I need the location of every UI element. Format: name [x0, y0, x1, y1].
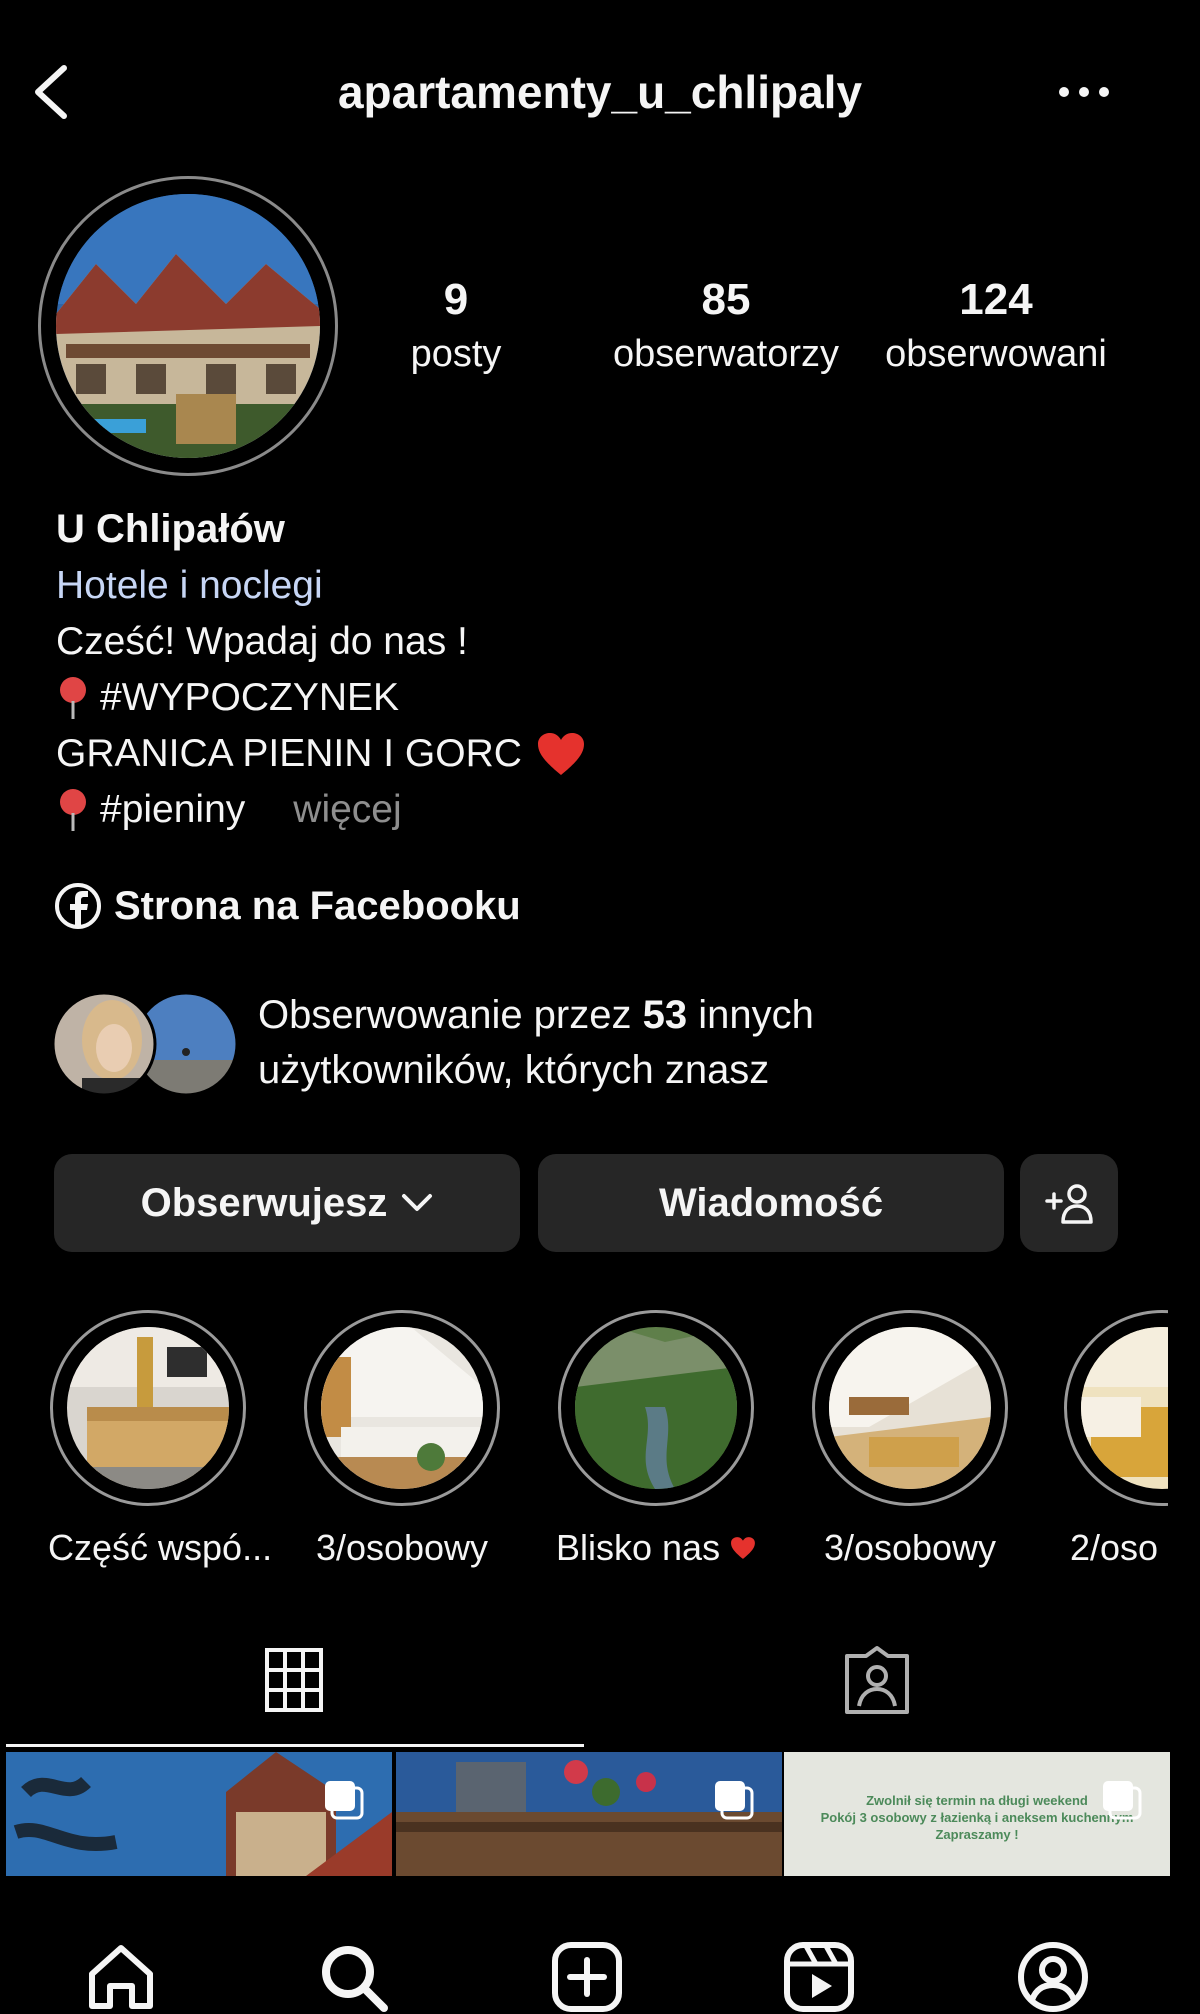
profile-name: U Chlipałów [56, 507, 285, 551]
message-button[interactable]: Wiadomość [538, 1154, 1004, 1252]
profile-username: apartamenty_u_chlipaly [337, 66, 863, 118]
nav-home[interactable] [84, 1940, 158, 2014]
post-thumbnail[interactable] [396, 1752, 782, 1876]
highlight-thumbnail [67, 1327, 229, 1489]
hashtag-wypoczynek[interactable]: #WYPOCZYNEK [100, 670, 399, 725]
post-text-line-3: Zapraszamy ! [935, 1827, 1019, 1842]
mutual-line-2: użytkowników, których znasz [258, 1048, 770, 1092]
followers-count: 85 [701, 275, 751, 324]
highlight-thumbnail [575, 1327, 737, 1489]
facebook-link-label: Strona na Facebooku [114, 884, 521, 928]
highlight-item[interactable]: Blisko nas [556, 1310, 756, 1572]
highlight-label: Część wspó... [48, 1527, 273, 1568]
carousel-icon [325, 1781, 364, 1820]
chevron-down-icon [402, 1194, 433, 1211]
highlight-item[interactable]: 3/osobowy [302, 1310, 502, 1572]
tagged-person-icon [845, 1646, 909, 1714]
post-thumbnail[interactable] [6, 1752, 392, 1876]
highlight-thumbnail [829, 1327, 991, 1489]
mutual-followers-text[interactable]: Obserwowanie przez 53 innych użytkownikó… [258, 988, 814, 1098]
bio-more-link[interactable]: więcej [293, 782, 401, 837]
tab-posts-grid[interactable] [264, 1644, 324, 1716]
highlight-ring [812, 1310, 1008, 1506]
home-icon [89, 1945, 153, 2009]
tab-tagged[interactable] [842, 1644, 912, 1716]
posts-count: 9 [443, 275, 469, 324]
bio-line-1: Cześć! Wpadaj do nas ! [56, 620, 468, 663]
nav-reels[interactable] [782, 1940, 856, 2014]
highlight-ring [304, 1310, 500, 1506]
highlight-label: 3/osobowy [823, 1527, 997, 1568]
more-options-button[interactable] [1052, 72, 1116, 112]
bio-line-4: #pieniny więcej [56, 782, 402, 837]
bio-line-2: #WYPOCZYNEK [56, 670, 399, 725]
pin-icon [60, 788, 86, 831]
mutual-prefix: Obserwowanie przez [258, 993, 643, 1037]
grid-icon [265, 1648, 323, 1712]
carousel-icon [715, 1781, 754, 1820]
nav-create[interactable] [550, 1940, 624, 2014]
add-user-icon [1045, 1184, 1093, 1224]
more-horizontal-icon [1059, 87, 1109, 97]
search-icon [322, 1946, 388, 2012]
profile-icon [1018, 1942, 1088, 2012]
heart-icon [731, 1537, 755, 1559]
highlight-label: 3/osobowy [315, 1527, 489, 1568]
mutual-count: 53 [642, 993, 688, 1037]
facebook-icon [55, 883, 101, 929]
profile-category[interactable]: Hotele i noclegi [56, 558, 323, 613]
pin-icon [60, 676, 86, 719]
post-thumbnail[interactable]: Zwolnił się termin na długi weekend Pokó… [784, 1752, 1170, 1876]
highlight-thumbnail [321, 1327, 483, 1489]
reels-icon [784, 1942, 854, 2012]
nav-profile[interactable] [1016, 1940, 1090, 2014]
facebook-page-link[interactable]: Strona na Facebooku [54, 878, 521, 934]
mutual-avatars[interactable] [52, 990, 242, 1098]
add-post-icon [552, 1942, 622, 2012]
bio-line-3-text: GRANICA PIENIN I GORC [56, 732, 522, 775]
posts-label: posty [410, 333, 502, 375]
highlight-ring [1064, 1310, 1168, 1506]
following-label: Obserwujesz [140, 1180, 388, 1225]
stat-followers[interactable]: 85 obserwatorzy [596, 272, 856, 380]
carousel-icon [1103, 1781, 1142, 1820]
heart-icon [537, 732, 584, 775]
active-tab-indicator [6, 1744, 584, 1747]
bio-line-3: GRANICA PIENIN I GORC [56, 726, 586, 781]
highlight-label: Blisko nas [556, 1524, 756, 1572]
suggested-users-button[interactable] [1020, 1154, 1118, 1252]
mutual-suffix: innych [687, 993, 814, 1037]
message-label: Wiadomość [658, 1180, 884, 1225]
hashtag-pieniny[interactable]: #pieniny [100, 782, 245, 837]
following-count: 124 [959, 275, 1033, 324]
highlight-item[interactable]: Część wspó... [48, 1310, 273, 1572]
highlight-thumbnail [1081, 1327, 1168, 1489]
nav-search[interactable] [316, 1940, 390, 2014]
highlight-ring [558, 1310, 754, 1506]
highlight-label-text: Blisko nas [556, 1527, 721, 1568]
avatar[interactable] [56, 194, 320, 458]
following-button[interactable]: Obserwujesz [54, 1154, 520, 1252]
stat-following[interactable]: 124 obserwowani [866, 272, 1126, 380]
followers-label: obserwatorzy [613, 333, 839, 375]
highlight-label: 2/oso [1070, 1527, 1159, 1568]
following-label: obserwowani [885, 333, 1107, 375]
stat-posts[interactable]: 9 posty [326, 272, 586, 380]
highlight-ring [50, 1310, 246, 1506]
highlight-item-partial[interactable]: 2/oso [1064, 1310, 1168, 1600]
highlight-item[interactable]: 3/osobowy [810, 1310, 1010, 1572]
